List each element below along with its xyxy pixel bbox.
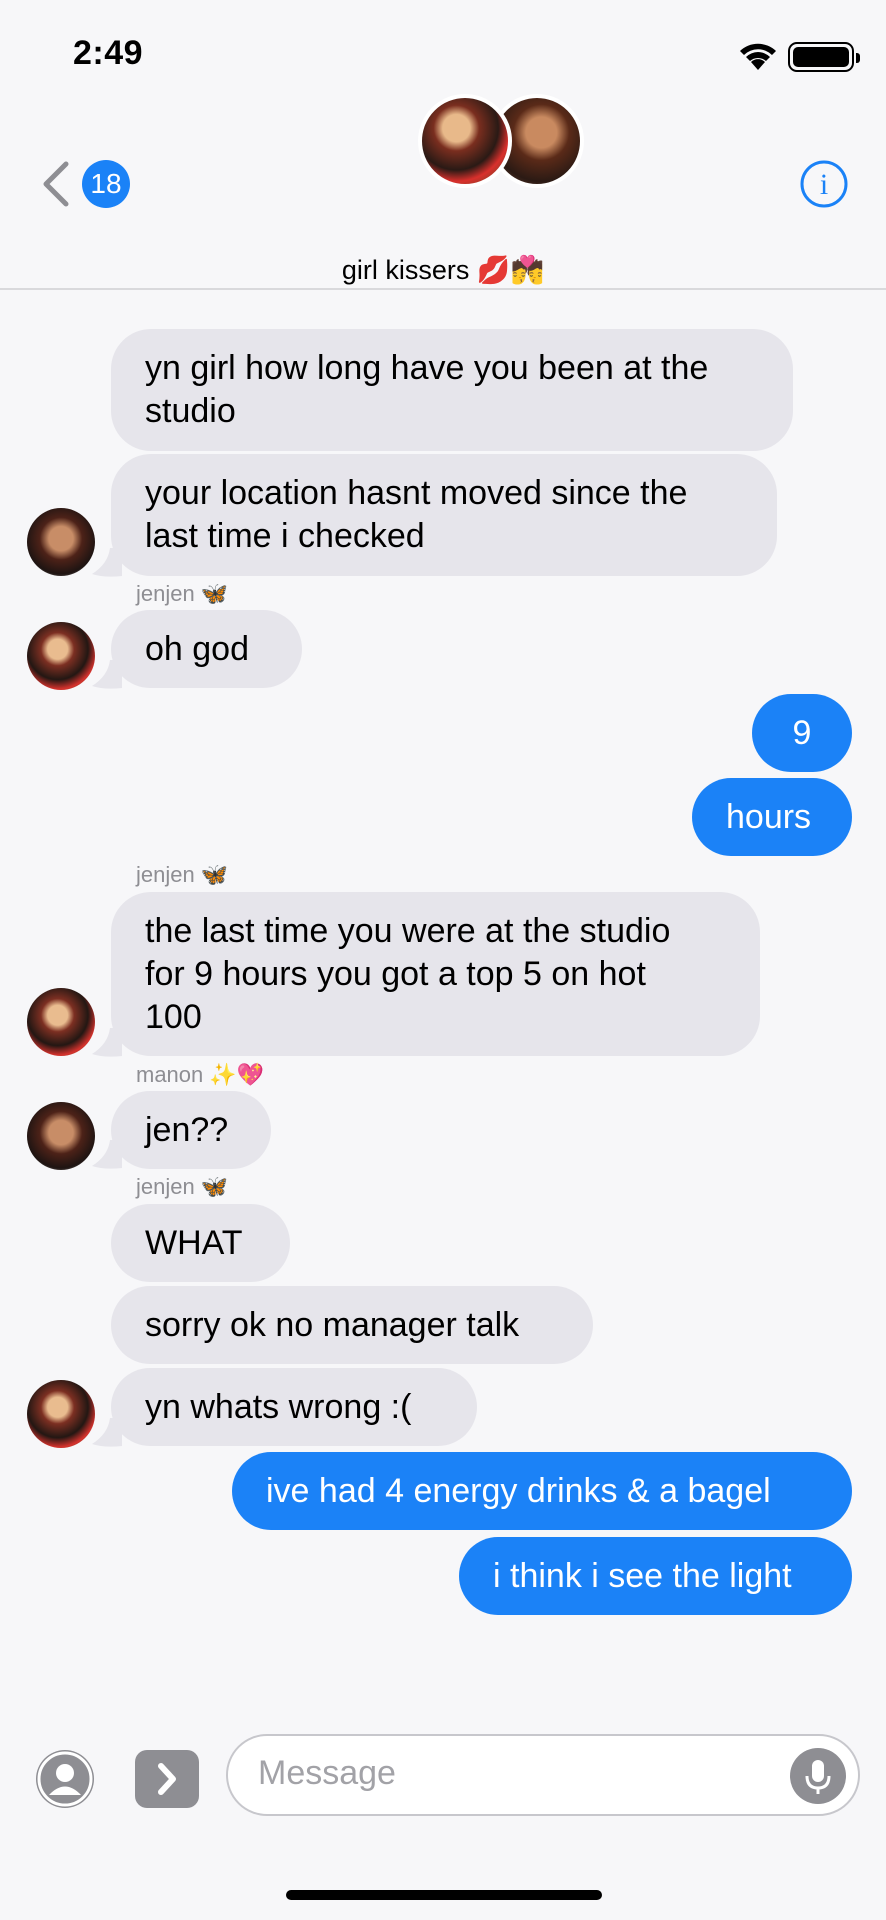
- svg-text:i: i: [820, 168, 828, 201]
- back-chevron-icon[interactable]: [38, 160, 72, 213]
- avatar-jenjen[interactable]: [27, 1102, 95, 1170]
- sender-name: jenjen 🦋: [136, 862, 229, 887]
- sender-name: jenjen 🦋: [136, 581, 229, 606]
- message-bubble-received[interactable]: yn girl how long have you been at the st…: [111, 329, 793, 451]
- wifi-icon: [736, 38, 780, 77]
- message-bubble-sent[interactable]: ive had 4 energy drinks & a bagel: [232, 1452, 852, 1530]
- message-bubble-received[interactable]: the last time you were at the studio for…: [111, 892, 760, 1056]
- microphone-icon[interactable]: [790, 1748, 846, 1804]
- message-bubble-received[interactable]: jen??: [111, 1091, 271, 1169]
- avatar-jenjen[interactable]: [27, 508, 95, 576]
- unread-count-badge[interactable]: 18: [82, 160, 130, 208]
- bubble-tail: [92, 1418, 122, 1447]
- sender-name: jenjen 🦋: [136, 1174, 229, 1199]
- avatar-manon[interactable]: [27, 1380, 95, 1448]
- contact-icon[interactable]: [36, 1750, 94, 1808]
- home-indicator[interactable]: [286, 1890, 602, 1900]
- message-bubble-received[interactable]: sorry ok no manager talk: [111, 1286, 593, 1364]
- avatar-manon[interactable]: [27, 622, 95, 690]
- status-time: 2:49: [73, 34, 144, 72]
- message-placeholder: Message: [258, 1754, 396, 1792]
- message-bubble-sent[interactable]: i think i see the light: [459, 1537, 852, 1615]
- info-icon[interactable]: i: [800, 160, 848, 208]
- message-bubble-received[interactable]: yn whats wrong :(: [111, 1368, 477, 1446]
- message-bubble-received[interactable]: WHAT: [111, 1204, 290, 1282]
- app-drawer-icon[interactable]: [135, 1750, 199, 1808]
- message-bubble-received[interactable]: oh god: [111, 610, 302, 688]
- bubble-tail: [92, 1028, 122, 1057]
- avatar-manon[interactable]: [27, 988, 95, 1056]
- battery-icon: [788, 42, 860, 72]
- group-name[interactable]: girl kissers 💋💏: [0, 254, 886, 286]
- bubble-tail: [92, 660, 122, 689]
- message-bubble-sent[interactable]: hours: [692, 778, 852, 856]
- group-avatar-manon[interactable]: [418, 94, 512, 188]
- bubble-tail: [92, 548, 122, 577]
- bubble-tail: [92, 1140, 122, 1169]
- sender-name: manon ✨💖: [136, 1062, 265, 1087]
- message-bubble-sent[interactable]: 9: [752, 694, 852, 772]
- message-bubble-received[interactable]: your location hasnt moved since the last…: [111, 454, 777, 576]
